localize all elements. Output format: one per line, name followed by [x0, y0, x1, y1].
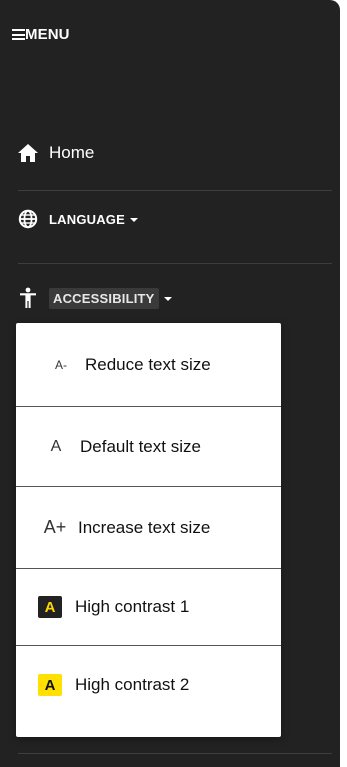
- menu-toggle-label: MENU: [25, 26, 70, 43]
- nav-item-home-label: Home: [49, 143, 95, 162]
- increase-text-size-label: Increase text size: [78, 517, 211, 537]
- increase-text-size-option[interactable]: A+ Increase text size: [16, 487, 281, 568]
- nav-divider: [18, 753, 332, 754]
- nav-item-language[interactable]: LANGUAGE: [0, 198, 340, 240]
- nav-item-language-label: LANGUAGE: [49, 211, 125, 227]
- text-increase-icon: A+: [43, 517, 67, 537]
- nav-divider: [18, 263, 332, 264]
- accessibility-dropdown: A- Reduce text size A Default text size …: [16, 323, 281, 737]
- default-text-size-label: Default text size: [80, 436, 201, 456]
- reduce-text-size-option[interactable]: A- Reduce text size: [16, 323, 281, 406]
- caret-down-icon: [163, 297, 172, 301]
- high-contrast-2-label: High contrast 2: [75, 675, 190, 694]
- globe-icon: [17, 208, 39, 230]
- high-contrast-2-option[interactable]: A High contrast 2: [16, 646, 281, 724]
- high-contrast-1-label: High contrast 1: [75, 597, 190, 616]
- nav-item-accessibility[interactable]: ACCESSIBILITY: [0, 280, 340, 316]
- sidebar-menu: MENU Home LANGUAGE ACCESSIBILITY A- Redu…: [0, 0, 340, 767]
- default-text-size-option[interactable]: A Default text size: [16, 407, 281, 486]
- caret-down-icon: [130, 218, 138, 222]
- high-contrast-yellow-icon: A: [38, 674, 62, 696]
- nav-item-home[interactable]: Home: [0, 132, 340, 174]
- hamburger-icon: [12, 29, 25, 40]
- accessibility-person-icon: [17, 287, 39, 309]
- page: MENU Home LANGUAGE ACCESSIBILITY A- Redu…: [0, 0, 347, 767]
- reduce-text-size-label: Reduce text size: [85, 354, 211, 374]
- high-contrast-dark-icon: A: [38, 596, 62, 618]
- home-icon: [17, 142, 39, 164]
- page-edge: [340, 0, 347, 767]
- high-contrast-1-option[interactable]: A High contrast 1: [16, 569, 281, 645]
- nav-divider: [18, 190, 332, 191]
- nav-item-accessibility-label: ACCESSIBILITY: [49, 287, 159, 309]
- text-default-icon: A: [50, 437, 62, 455]
- menu-toggle[interactable]: MENU: [12, 26, 70, 43]
- text-decrease-icon: A-: [55, 357, 67, 372]
